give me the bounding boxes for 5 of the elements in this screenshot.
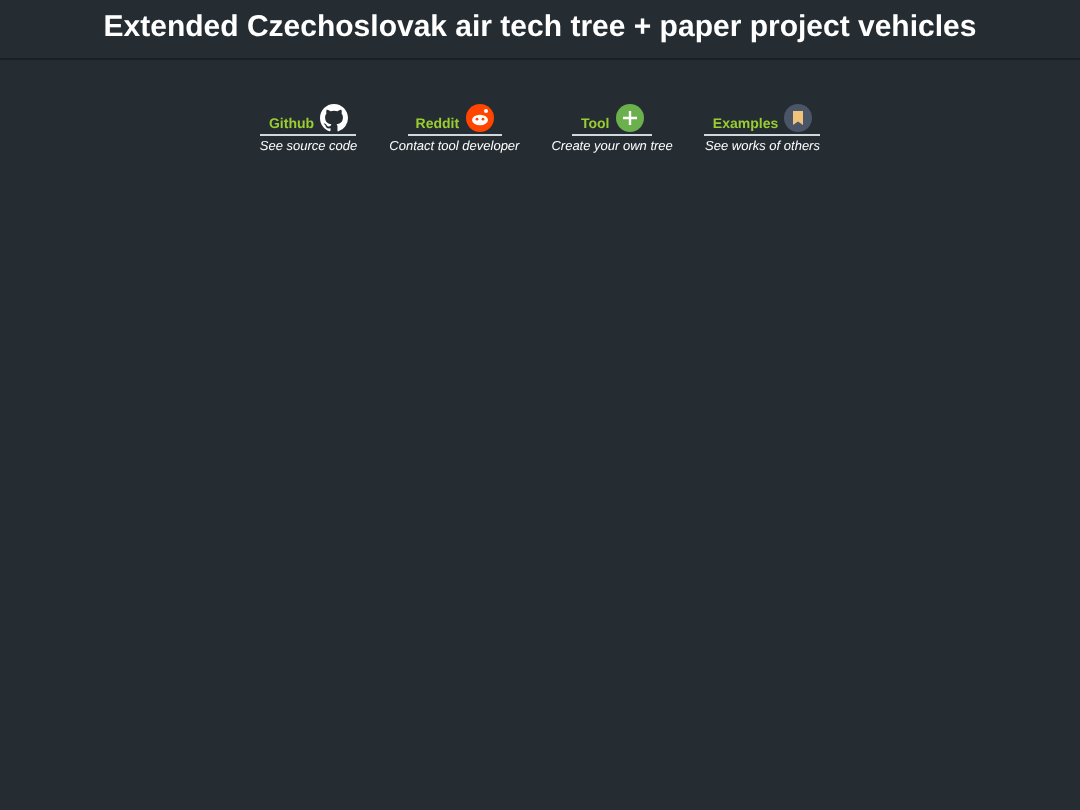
plus-icon <box>615 104 644 132</box>
page-title: Extended Czechoslovak air tech tree + paper project vehicles <box>103 8 977 49</box>
github-icon <box>320 104 349 132</box>
alien-face-icon <box>465 104 494 132</box>
bookmark-icon <box>784 104 813 132</box>
